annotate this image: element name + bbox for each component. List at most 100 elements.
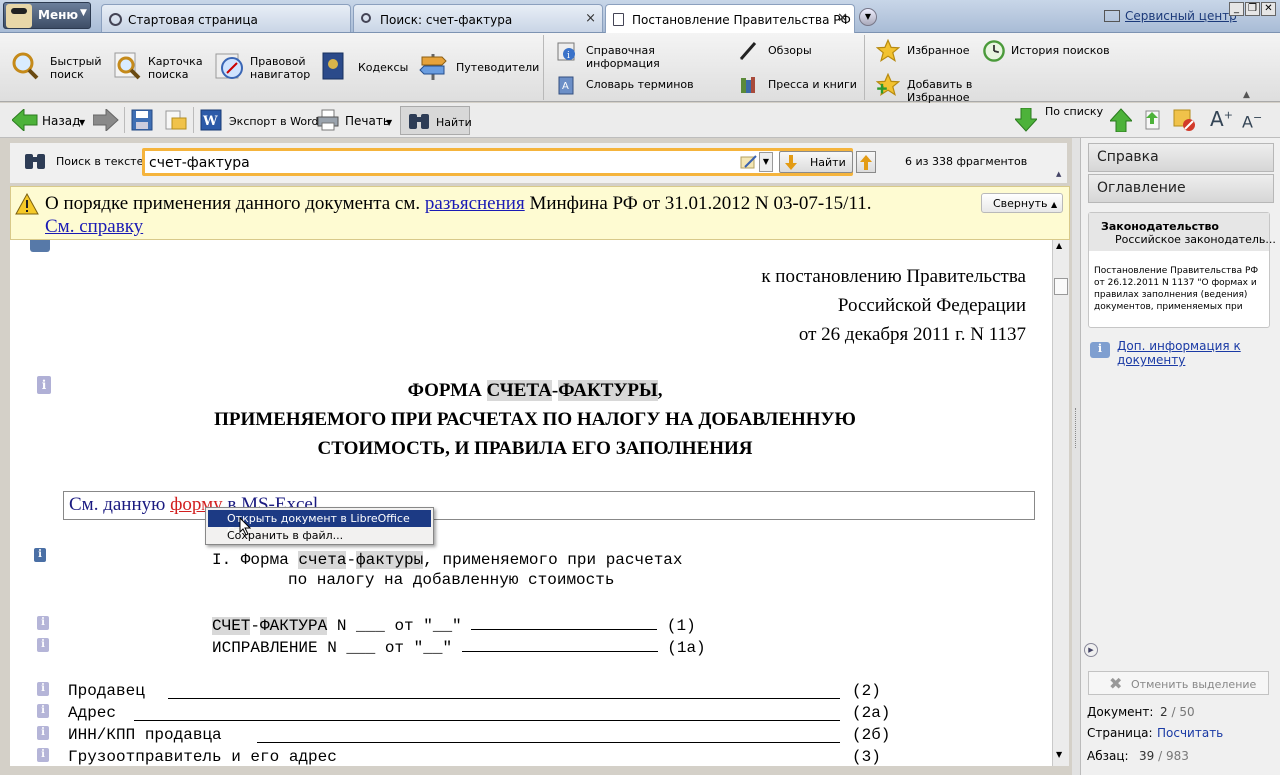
clarification-link[interactable]: разъяснения [425,193,525,214]
tab-start-page[interactable]: Стартовая страница [101,4,351,32]
splitter-grip [1075,408,1077,448]
svg-text:i: i [567,51,570,61]
forward-arrow-icon[interactable] [93,109,119,131]
highlight: счета [298,551,347,569]
document-card: Законодательство Российское законодатель… [1088,212,1276,328]
doc-total: / 50 [1167,705,1195,719]
find-next-label: Найти [810,156,846,169]
close-icon[interactable]: ✕ [837,11,848,26]
favorites-button[interactable]: Избранное [876,39,976,63]
restore-button[interactable]: ❐ [1245,2,1260,16]
doc-value: 2 [1160,705,1168,719]
minimize-button[interactable]: _ [1229,2,1244,16]
toc-tab[interactable]: Оглавление [1088,174,1274,203]
press-books-button[interactable]: Пресса и книги [738,75,858,97]
down-arrow-icon[interactable] [1015,108,1037,132]
info-icon[interactable]: i [37,748,49,762]
find-button[interactable]: Найти [400,106,472,135]
search-box: ▼ Найти [142,148,876,176]
service-center-link[interactable]: Сервисный центр [1104,9,1237,23]
collapse-arrow-icon: ▲ [1051,200,1058,209]
books-icon [741,77,755,93]
add-favorites-button[interactable]: Добавить в Избранное [876,73,1026,104]
highlight: ФАКТУРА [260,617,328,635]
remove-bookmark-icon[interactable] [1172,108,1196,132]
tab-document[interactable]: Постановление Правительства РФ ... ✕ [605,4,855,33]
info-icon[interactable]: i [37,616,49,630]
paragraph-label: Абзац: [1087,749,1129,763]
export-word-button[interactable]: W Экспорт в Word [200,108,318,132]
reference-info-icon: i [557,42,575,61]
search-card-icon [114,52,141,80]
collapse-button[interactable]: Свернуть ▲ [981,193,1063,213]
find-next-button[interactable]: Найти [779,151,853,173]
back-button[interactable]: Назад ▼ [12,108,90,132]
reviews-button[interactable]: Обзоры [738,41,828,63]
title-line2: ПРИМЕНЯЕМОГО ПРИ РАСЧЕТАХ ПО НАЛОГУ НА Д… [214,409,856,430]
section-text: , применяемого при расчетах [423,551,683,569]
tab-list-button[interactable]: ▼ [859,8,877,26]
guides-button[interactable]: Путеводители [418,51,539,91]
count-pages-link[interactable]: Посчитать [1157,726,1223,740]
increase-font-icon[interactable]: A+ [1210,107,1233,131]
menu-button[interactable]: Меню ▼ [3,2,91,29]
by-list-label[interactable]: По списку [1045,105,1103,118]
search-input[interactable] [149,153,737,173]
compass-icon [215,53,243,79]
help-tab[interactable]: Справка [1088,143,1274,172]
row-number: (2а) [852,704,891,722]
close-window-button[interactable]: ✕ [1261,2,1276,16]
more-info-link[interactable]: Доп. информация к документу [1117,339,1267,367]
label-line2: поиска [148,68,189,81]
document-title: ФОРМА СЧЕТА-ФАКТУРЫ, ПРИМЕНЯЕМОГО ПРИ РА… [10,376,1060,463]
see-help-link[interactable]: См. справку [45,216,143,238]
codes-button[interactable]: Кодексы [318,51,410,91]
print-button[interactable]: Печать ▼ [317,108,395,132]
codes-label: Кодексы [358,61,409,74]
blank-line [471,616,658,630]
reference-info-button[interactable]: i Справочная информация [556,41,726,70]
export-folder-icon[interactable] [164,109,188,131]
arrow-up-icon [860,155,872,170]
info-icon[interactable]: i [37,638,49,652]
search-history-label: История поисков [1011,44,1110,57]
service-center-label: Сервисный центр [1125,9,1237,23]
scroll-thumb[interactable] [1054,278,1068,295]
collapse-toolbar-icon[interactable]: ▲ [1243,90,1250,100]
decrease-font-icon[interactable]: A− [1242,111,1262,131]
info-icon[interactable]: i [37,726,49,740]
search-card-button[interactable]: Карточка поиска [110,51,208,91]
card-description: Постановление Правительства РФ от 26.12.… [1094,266,1259,312]
find-previous-button[interactable] [856,151,876,173]
clear-search-icon[interactable] [739,153,759,171]
info-icon[interactable]: i [37,682,49,696]
search-history-button[interactable]: История поисков [982,39,1112,63]
tab-search[interactable]: Поиск: счет-фактура × [353,4,603,32]
glossary-button[interactable]: A Словарь терминов [556,75,726,97]
scroll-down-icon[interactable]: ▼ [1056,750,1062,759]
expand-search-icon[interactable]: ▲ [1056,170,1061,178]
scroll-up-icon[interactable]: ▲ [1056,241,1062,250]
field-label: Адрес [68,704,117,722]
back-label: Назад [42,114,81,128]
tab-bar: Меню ▼ Стартовая страница Поиск: счет-фа… [0,0,1280,33]
document-up-icon[interactable] [1142,108,1164,132]
blank-line [134,720,840,721]
close-icon[interactable]: × [585,11,596,26]
find-label: Найти [436,116,472,129]
legal-navigator-button[interactable]: Правовой навигатор [212,51,312,91]
favorites-label: Избранное [907,44,970,57]
search-history-dropdown[interactable]: ▼ [759,152,773,172]
svg-text:A: A [562,81,569,92]
panel-splitter[interactable] [1072,138,1080,775]
expand-panel-icon[interactable]: ▶ [1084,643,1098,657]
dropdown-arrow-icon: ▼ [79,118,86,127]
quick-search-button[interactable]: Быстрый поиск [8,51,106,91]
info-icon[interactable]: i [34,548,46,562]
info-icon[interactable]: i [37,704,49,718]
cancel-selection-button[interactable]: ✖ Отменить выделение [1088,671,1269,695]
up-arrow-icon[interactable] [1110,108,1132,132]
save-icon[interactable] [131,109,153,131]
document-scrollbar[interactable]: ▲ ▼ [1052,240,1069,766]
info-marker-icon[interactable] [30,240,50,252]
